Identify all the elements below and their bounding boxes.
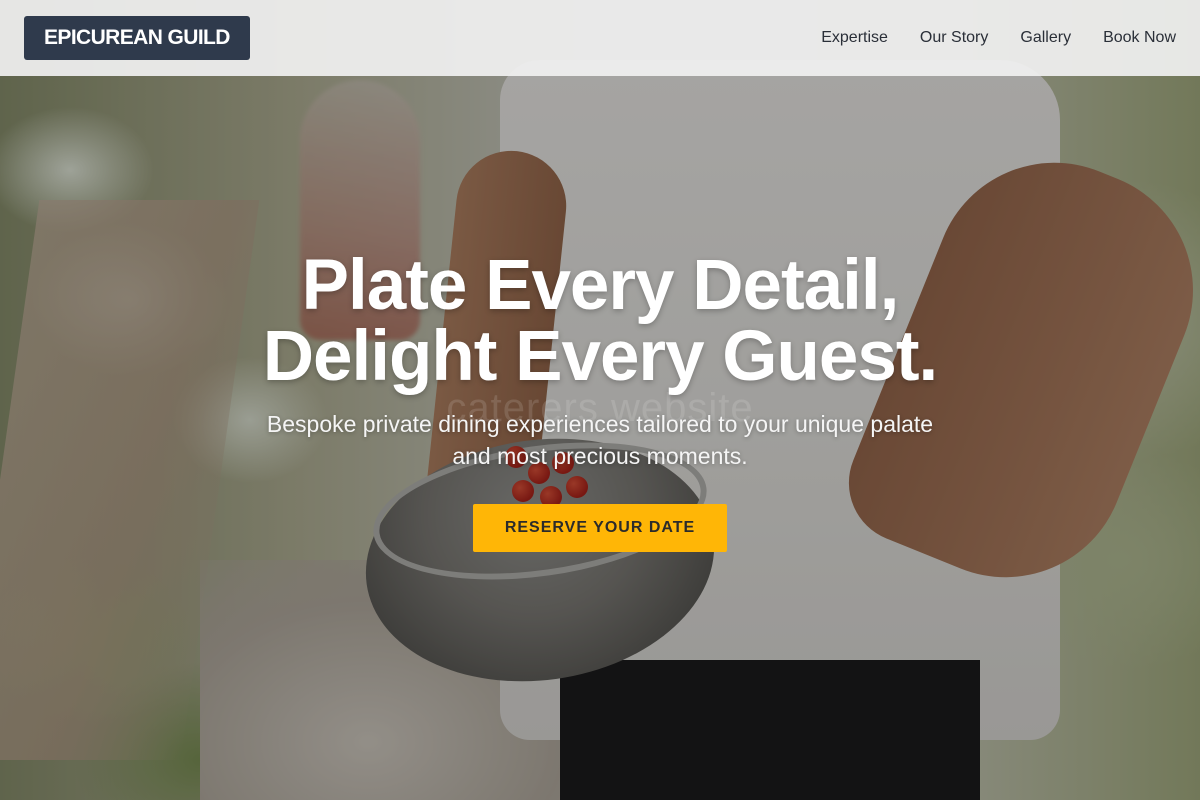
hero-headline-line-1: Plate Every Detail, <box>301 246 900 325</box>
nav-links: Expertise Our Story Gallery Book Now <box>821 29 1176 47</box>
reserve-date-button[interactable]: RESERVE YOUR DATE <box>473 504 727 552</box>
hero-headline: Plate Every Detail, Delight Every Guest. <box>0 250 1200 392</box>
top-navbar: EPICUREAN GUILD Expertise Our Story Gall… <box>0 0 1200 76</box>
nav-link-book-now[interactable]: Book Now <box>1103 29 1176 47</box>
hero-section: caterers website Plate Every Detail, Del… <box>0 0 1200 800</box>
nav-link-expertise[interactable]: Expertise <box>821 29 888 47</box>
brand-logo[interactable]: EPICUREAN GUILD <box>24 16 250 60</box>
hero-headline-line-2: Delight Every Guest. <box>262 317 938 396</box>
hero-subheadline: Bespoke private dining experiences tailo… <box>266 411 934 469</box>
nav-link-our-story[interactable]: Our Story <box>920 29 988 47</box>
landing-page: EPICUREAN GUILD Expertise Our Story Gall… <box>0 0 1200 800</box>
nav-link-gallery[interactable]: Gallery <box>1020 29 1071 47</box>
